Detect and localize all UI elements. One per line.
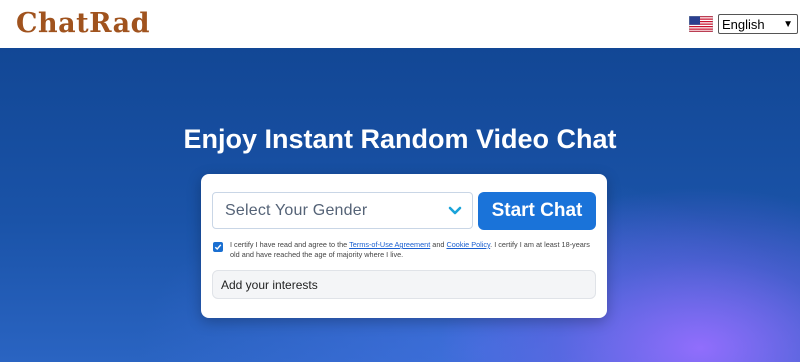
gender-select[interactable]: Select Your Gender <box>212 192 473 229</box>
checkmark-icon <box>214 244 222 251</box>
start-chat-card: Select Your Gender Start Chat I certify … <box>201 174 607 318</box>
consent-text-before: I certify I have read and agree to the <box>230 240 350 249</box>
start-chat-button[interactable]: Start Chat <box>478 192 596 230</box>
language-switcher: English ▼ <box>689 14 798 34</box>
interests-input[interactable]: Add your interests <box>212 270 596 299</box>
terms-of-use-link[interactable]: Terms-of-Use Agreement <box>349 240 430 249</box>
language-select[interactable]: English ▼ <box>718 14 798 34</box>
language-select-value: English <box>722 16 765 32</box>
gender-select-placeholder: Select Your Gender <box>225 201 368 219</box>
chevron-down-icon: ▼ <box>783 18 793 30</box>
top-bar: ChatRad English ▼ <box>0 0 800 48</box>
us-flag-icon <box>689 16 713 32</box>
consent-checkbox[interactable] <box>213 242 223 252</box>
interests-placeholder: Add your interests <box>221 277 318 292</box>
logo[interactable]: ChatRad <box>16 8 150 39</box>
page-title: Enjoy Instant Random Video Chat <box>183 124 617 154</box>
consent-text: I certify I have read and agree to the T… <box>230 240 597 259</box>
age-consent: I certify I have read and agree to the T… <box>213 240 597 259</box>
cookie-policy-link[interactable]: Cookie Policy <box>446 240 490 249</box>
chevron-down-icon <box>448 206 462 214</box>
consent-text-and: and <box>430 240 447 249</box>
